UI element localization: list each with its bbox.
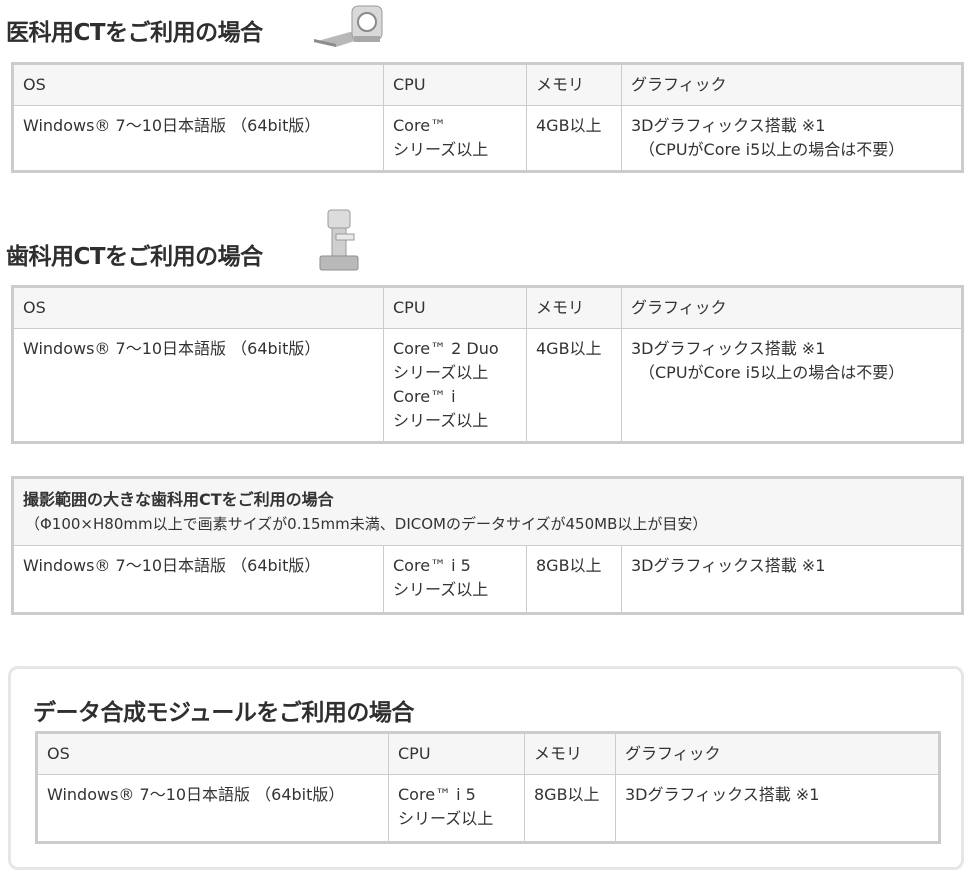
cell-cpu: Core™ i 5 シリーズ以上 xyxy=(383,545,527,614)
cell-memory: 8GB以上 xyxy=(526,545,622,614)
cpu-line: シリーズ以上 xyxy=(393,140,489,159)
header-memory: メモリ xyxy=(526,63,622,106)
header-graphics: グラフィック xyxy=(621,286,963,329)
section-title-large-dental-ct: 撮影範囲の大きな歯科用CTをご利用の場合 xyxy=(23,490,334,509)
cell-graphics: 3Dグラフィックス搭載 ※1 （CPUがCore i5以上の場合は不要） xyxy=(621,328,963,443)
cell-cpu: Core™ 2 Duo シリーズ以上 Core™ i シリーズ以上 xyxy=(383,328,527,443)
table-merged-header-row: 撮影範囲の大きな歯科用CTをご利用の場合 （Φ100×H80mm以上で画素サイズ… xyxy=(12,477,963,546)
cell-memory: 4GB以上 xyxy=(526,105,622,172)
table-row: Windows® 7〜10日本語版 （64bit版） Core™ i 5 シリー… xyxy=(36,774,940,843)
section-title-medical-ct: 医科用CTをご利用の場合 xyxy=(6,20,263,46)
header-graphics: グラフィック xyxy=(621,63,963,106)
graphics-value: 3Dグラフィックス搭載 ※1 xyxy=(631,339,826,358)
cpu-line: シリーズ以上 xyxy=(393,580,489,599)
cell-memory: 8GB以上 xyxy=(524,774,616,843)
cpu-line: Core™ i 5 xyxy=(398,785,476,804)
cell-graphics: 3Dグラフィックス搭載 ※1 xyxy=(621,545,963,614)
header-os: OS xyxy=(12,286,384,329)
cpu-line: Core™ 2 Duo xyxy=(393,339,499,358)
dental-ct-icon xyxy=(314,208,364,278)
cpu-line: Core™ xyxy=(393,116,447,135)
header-os: OS xyxy=(12,63,384,106)
cpu-line: シリーズ以上 xyxy=(398,809,494,828)
cpu-line: シリーズ以上 xyxy=(393,363,489,382)
cell-os: Windows® 7〜10日本語版 （64bit版） xyxy=(12,105,384,172)
cpu-line: シリーズ以上 xyxy=(393,411,489,430)
table-header-row: OS CPU メモリ グラフィック xyxy=(12,286,963,329)
cpu-line: Core™ i 5 xyxy=(393,556,471,575)
header-cpu: CPU xyxy=(383,286,527,329)
table-header-row: OS CPU メモリ グラフィック xyxy=(36,732,940,775)
table-row: Windows® 7〜10日本語版 （64bit版） Core™ 2 Duo シ… xyxy=(12,328,963,443)
graphics-note: （CPUがCore i5以上の場合は不要） xyxy=(639,140,905,159)
spec-table-data-synthesis: OS CPU メモリ グラフィック Windows® 7〜10日本語版 （64b… xyxy=(35,731,941,844)
section-title-dental-ct: 歯科用CTをご利用の場合 xyxy=(6,244,263,270)
cell-os: Windows® 7〜10日本語版 （64bit版） xyxy=(12,328,384,443)
graphics-value: 3Dグラフィックス搭載 ※1 xyxy=(631,116,826,135)
table-row: Windows® 7〜10日本語版 （64bit版） Core™ i 5 シリー… xyxy=(12,545,963,614)
table-row: Windows® 7〜10日本語版 （64bit版） Core™ シリーズ以上 … xyxy=(12,105,963,172)
header-memory: メモリ xyxy=(526,286,622,329)
cell-graphics: 3Dグラフィックス搭載 ※1 xyxy=(615,774,940,843)
header-os: OS xyxy=(36,732,389,775)
cell-graphics: 3Dグラフィックス搭載 ※1 （CPUがCore i5以上の場合は不要） xyxy=(621,105,963,172)
spec-table-medical-ct: OS CPU メモリ グラフィック Windows® 7〜10日本語版 （64b… xyxy=(11,62,964,173)
spec-table-large-dental-ct: 撮影範囲の大きな歯科用CTをご利用の場合 （Φ100×H80mm以上で画素サイズ… xyxy=(11,476,964,615)
spec-table-dental-ct: OS CPU メモリ グラフィック Windows® 7〜10日本語版 （64b… xyxy=(11,285,964,444)
table-header-row: OS CPU メモリ グラフィック xyxy=(12,63,963,106)
graphics-note: （CPUがCore i5以上の場合は不要） xyxy=(639,363,905,382)
header-graphics: グラフィック xyxy=(615,732,940,775)
cell-cpu: Core™ i 5 シリーズ以上 xyxy=(388,774,525,843)
ct-scanner-icon xyxy=(310,2,386,52)
cell-os: Windows® 7〜10日本語版 （64bit版） xyxy=(12,545,384,614)
section-title-data-synthesis: データ合成モジュールをご利用の場合 xyxy=(33,700,414,726)
cell-cpu: Core™ シリーズ以上 xyxy=(383,105,527,172)
cell-memory: 4GB以上 xyxy=(526,328,622,443)
merged-header-cell: 撮影範囲の大きな歯科用CTをご利用の場合 （Φ100×H80mm以上で画素サイズ… xyxy=(12,477,963,546)
cell-os: Windows® 7〜10日本語版 （64bit版） xyxy=(36,774,389,843)
cpu-line: Core™ i xyxy=(393,387,456,406)
section-subtitle-large-dental-ct: （Φ100×H80mm以上で画素サイズが0.15mm未満、DICOMのデータサイ… xyxy=(25,515,708,533)
header-memory: メモリ xyxy=(524,732,616,775)
header-cpu: CPU xyxy=(383,63,527,106)
header-cpu: CPU xyxy=(388,732,525,775)
